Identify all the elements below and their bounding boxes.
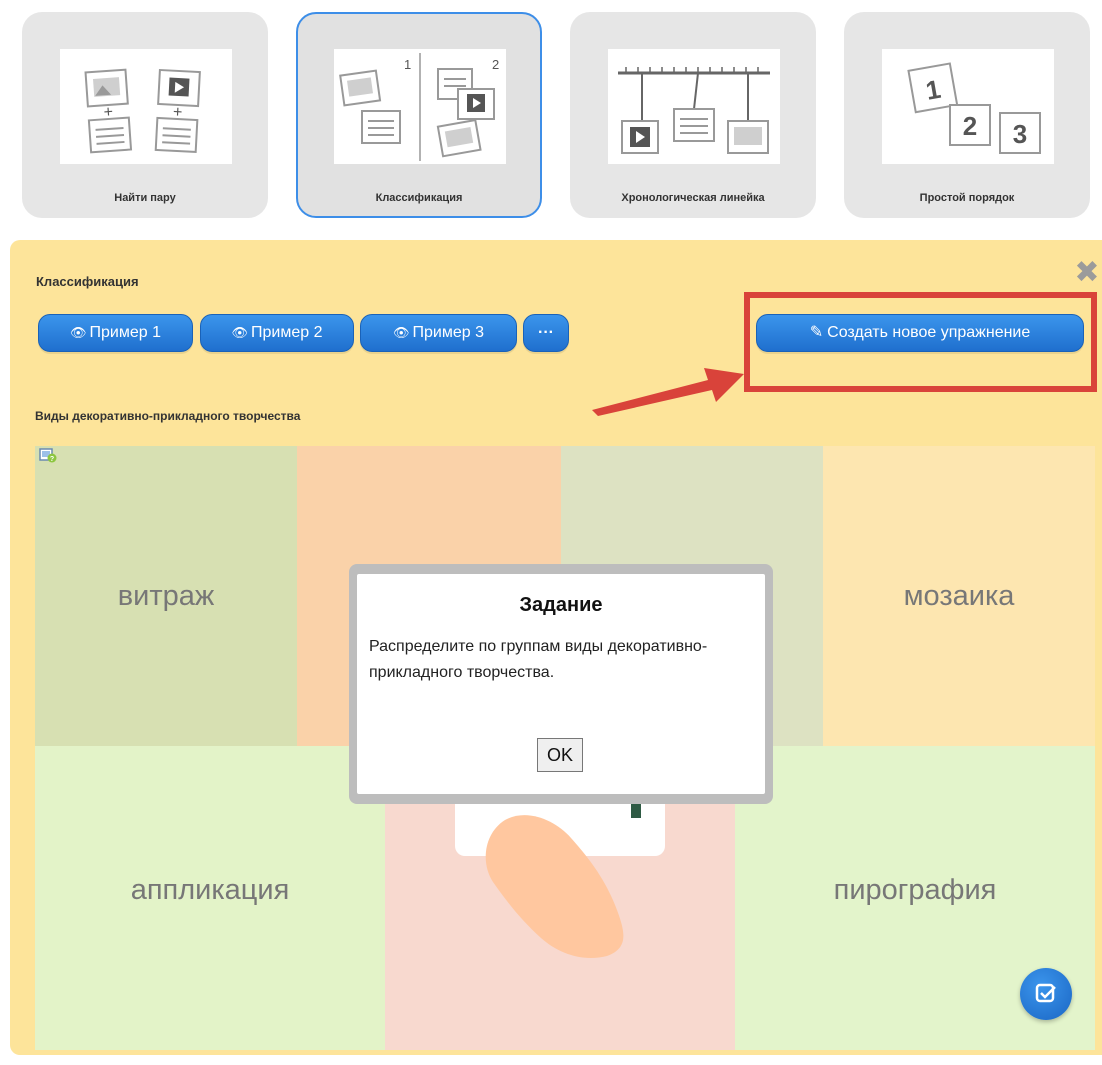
check-button[interactable] [1020,968,1072,1020]
order-number-2: 2 [963,111,977,141]
task-dialog: Задание Распределите по группам виды дек… [357,574,765,794]
category-label: аппликация [130,874,290,906]
timeline-icon [608,49,780,164]
arrow-annotation [592,368,744,416]
svg-text:?: ? [50,456,54,463]
classification-icon: 1 2 [334,49,506,164]
match-pairs-icon: + + [60,49,232,164]
example-2-button[interactable]: 👁 Пример 2 [200,314,354,352]
example-3-button[interactable]: 👁 Пример 3 [360,314,517,352]
hand-pointer-icon [485,815,624,958]
more-button[interactable]: ··· [523,314,569,352]
eye-icon: 👁 [393,325,410,340]
category-label: пирография [833,874,997,906]
close-icon[interactable]: ✖ [1074,258,1100,288]
category-cell-vitrazh[interactable]: витраж [35,446,297,746]
check-icon [1035,983,1056,1003]
create-exercise-label: Создать новое упражнение [827,324,1031,341]
create-exercise-button[interactable]: ✎ Создать новое упражнение [756,314,1084,352]
template-card-match-pairs[interactable]: + + Найти пару [22,12,268,218]
order-number-3: 3 [1013,119,1027,149]
dialog-text: Распределите по группам виды декоративно… [369,638,708,681]
example-3-label: Пример 3 [412,324,484,341]
dialog-title: Задание [519,594,603,616]
eye-icon: 👁 [231,325,249,340]
simple-order-icon: 1 2 3 [882,49,1054,164]
template-card-simple-order[interactable]: 1 2 3 Простой порядок [844,12,1090,218]
example-2-label: Пример 2 [251,324,323,341]
template-card-label: Простой порядок [919,192,1015,204]
exercise-title: Виды декоративно-прикладного творчества [35,409,301,423]
category-label: витраж [117,580,215,612]
column-number-2: 2 [492,57,499,72]
category-cell-applikaciya[interactable]: аппликация [35,746,385,1050]
help-icon[interactable]: ? [39,448,57,464]
template-card-timeline[interactable]: Хронологическая линейка [570,12,816,218]
exercise-board: витраж мозаика аппликация с пирография ? [35,446,1095,1050]
template-gallery: + + Найти пару 1 2 Классификация Хроноло… [0,0,1102,230]
ok-button[interactable]: OK [537,738,583,772]
column-number-1: 1 [404,57,411,72]
panel-title: Классификация [36,274,139,289]
template-panel: Классификация ✖ 👁 Пример 1 👁 Пример 2 👁 При… [10,240,1102,1055]
example-1-button[interactable]: 👁 Пример 1 [38,314,193,352]
category-cell-mozaika[interactable]: мозаика [823,446,1095,746]
template-card-label: Классификация [375,192,463,204]
template-card-label: Найти пару [114,192,176,204]
example-1-label: Пример 1 [89,324,161,341]
template-card-classification[interactable]: 1 2 Классификация [296,12,542,218]
pencil-icon: ✎ [809,324,824,341]
eye-icon: 👁 [70,325,87,340]
category-label: мозаика [903,580,1015,612]
template-card-label: Хронологическая линейка [621,192,765,204]
